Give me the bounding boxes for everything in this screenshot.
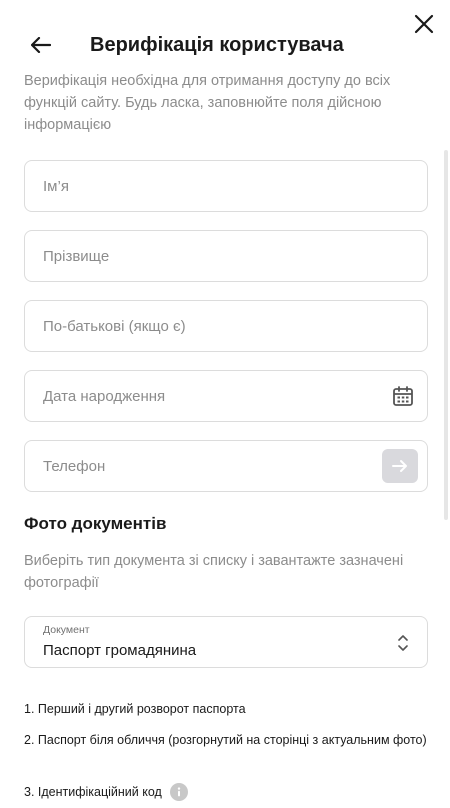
document-type-value: Паспорт громадянина [43, 642, 197, 659]
phone-field[interactable] [24, 440, 428, 492]
document-type-label: Документ [43, 624, 90, 636]
requirement-item-3-text: 3. Ідентифікаційний код [24, 785, 162, 799]
calendar-button[interactable] [391, 384, 415, 408]
phone-input[interactable] [25, 441, 427, 491]
last-name-input[interactable] [25, 231, 427, 281]
requirement-item-2: 2. Паспорт біля обличчя (розгорнутий на … [24, 733, 427, 747]
arrow-left-icon [31, 37, 51, 53]
arrow-right-icon [392, 460, 407, 472]
document-type-select[interactable]: Документ Паспорт громадянина [24, 616, 428, 668]
info-icon[interactable] [169, 783, 188, 801]
close-button[interactable] [412, 12, 436, 36]
close-icon [414, 14, 434, 34]
first-name-input[interactable] [25, 161, 427, 211]
verification-page: Верифікація користувача Верифікація необ… [0, 0, 450, 808]
documents-description: Виберіть тип документа зі списку і заван… [24, 553, 404, 591]
first-name-field[interactable] [24, 160, 428, 212]
calendar-icon [393, 386, 413, 406]
back-button[interactable] [30, 34, 52, 56]
requirement-item-1: 1. Перший і другий розворот паспорта [24, 702, 246, 716]
last-name-field[interactable] [24, 230, 428, 282]
header: Верифікація користувача [30, 30, 410, 60]
patronymic-input[interactable] [25, 301, 427, 351]
birth-date-input[interactable] [25, 371, 427, 421]
birth-date-field[interactable] [24, 370, 428, 422]
documents-section-title: Фото документів [24, 514, 167, 533]
intro-text: Верифікація необхідна для отримання дост… [24, 73, 391, 133]
scrollbar[interactable] [444, 150, 448, 520]
patronymic-field[interactable] [24, 300, 428, 352]
phone-submit-button[interactable] [382, 449, 418, 483]
requirement-item-3: 3. Ідентифікаційний код [24, 783, 430, 801]
page-title: Верифікація користувача [90, 33, 344, 56]
chevron-up-down-icon [397, 633, 409, 653]
